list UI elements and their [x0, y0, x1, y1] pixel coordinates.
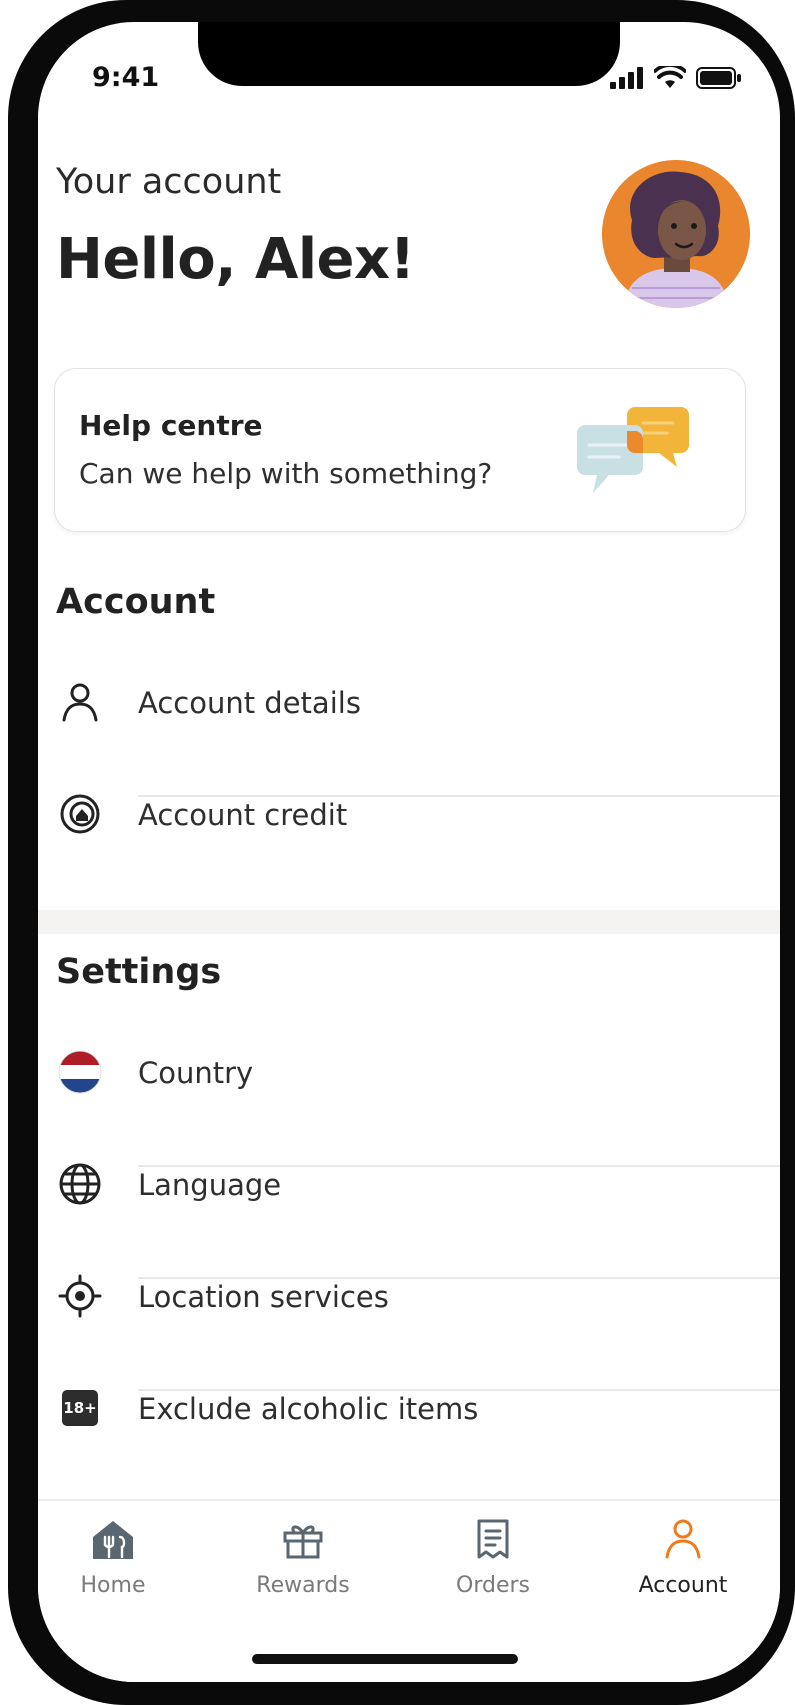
gift-icon	[283, 1525, 323, 1559]
tab-label: Account	[638, 1573, 728, 1598]
avatar[interactable]	[602, 160, 750, 308]
section-separator	[38, 910, 780, 934]
row-label: Location services	[138, 1280, 389, 1314]
tab-orders[interactable]: Orders	[418, 1515, 568, 1598]
greeting-title: Hello, Alex!	[56, 227, 415, 292]
row-label: Account credit	[138, 798, 348, 832]
tab-account[interactable]: Account	[608, 1515, 758, 1598]
battery-icon	[696, 67, 741, 89]
settings-section-heading: Settings	[56, 952, 222, 992]
tab-rewards[interactable]: Rewards	[228, 1515, 378, 1598]
netherlands-flag-icon	[58, 1050, 102, 1094]
row-label: Country	[138, 1056, 254, 1090]
phone-frame: 9:41 Your account Hello, Alex! Help cent…	[8, 0, 795, 1705]
row-label: Exclude alcoholic items	[138, 1392, 479, 1426]
status-time: 9:41	[92, 62, 160, 93]
tab-label: Home	[80, 1573, 146, 1598]
location-target-icon	[58, 1274, 102, 1318]
exclude-alcohol-row[interactable]: 18+ Exclude alcoholic items	[38, 1356, 780, 1468]
home-icon	[93, 1521, 133, 1559]
account-details-row[interactable]: Account details	[38, 650, 780, 762]
row-label: Language	[138, 1168, 282, 1202]
account-credit-row[interactable]: Account credit	[38, 762, 780, 874]
help-centre-card[interactable]: Help centre Can we help with something?	[54, 368, 746, 532]
tab-label: Orders	[456, 1573, 530, 1598]
page-eyebrow: Your account	[56, 162, 282, 202]
person-icon	[665, 1519, 701, 1559]
language-row[interactable]: Language	[38, 1132, 780, 1244]
location-services-row[interactable]: Location services	[38, 1244, 780, 1356]
credit-icon	[60, 794, 100, 834]
chat-bubbles-icon	[577, 407, 689, 493]
wifi-icon	[654, 66, 686, 88]
globe-icon	[59, 1163, 101, 1205]
tab-home[interactable]: Home	[38, 1515, 188, 1598]
age-18-plus-icon: 18+	[62, 1390, 98, 1426]
status-icons	[610, 66, 742, 90]
receipt-icon	[477, 1519, 509, 1559]
avatar-illustration	[602, 160, 750, 308]
tab-label: Rewards	[256, 1573, 350, 1598]
row-label: Account details	[138, 686, 361, 720]
app-screen: 9:41 Your account Hello, Alex! Help cent…	[38, 22, 780, 1682]
help-card-title: Help centre	[79, 409, 263, 442]
account-section-heading: Account	[56, 582, 216, 622]
age-badge-text: 18+	[63, 1399, 97, 1417]
signal-icon	[610, 67, 643, 89]
home-indicator[interactable]	[252, 1654, 518, 1664]
person-icon	[62, 683, 98, 722]
help-card-subtitle: Can we help with something?	[79, 457, 493, 490]
device-notch	[198, 22, 620, 86]
country-row[interactable]: Country	[38, 1020, 780, 1132]
